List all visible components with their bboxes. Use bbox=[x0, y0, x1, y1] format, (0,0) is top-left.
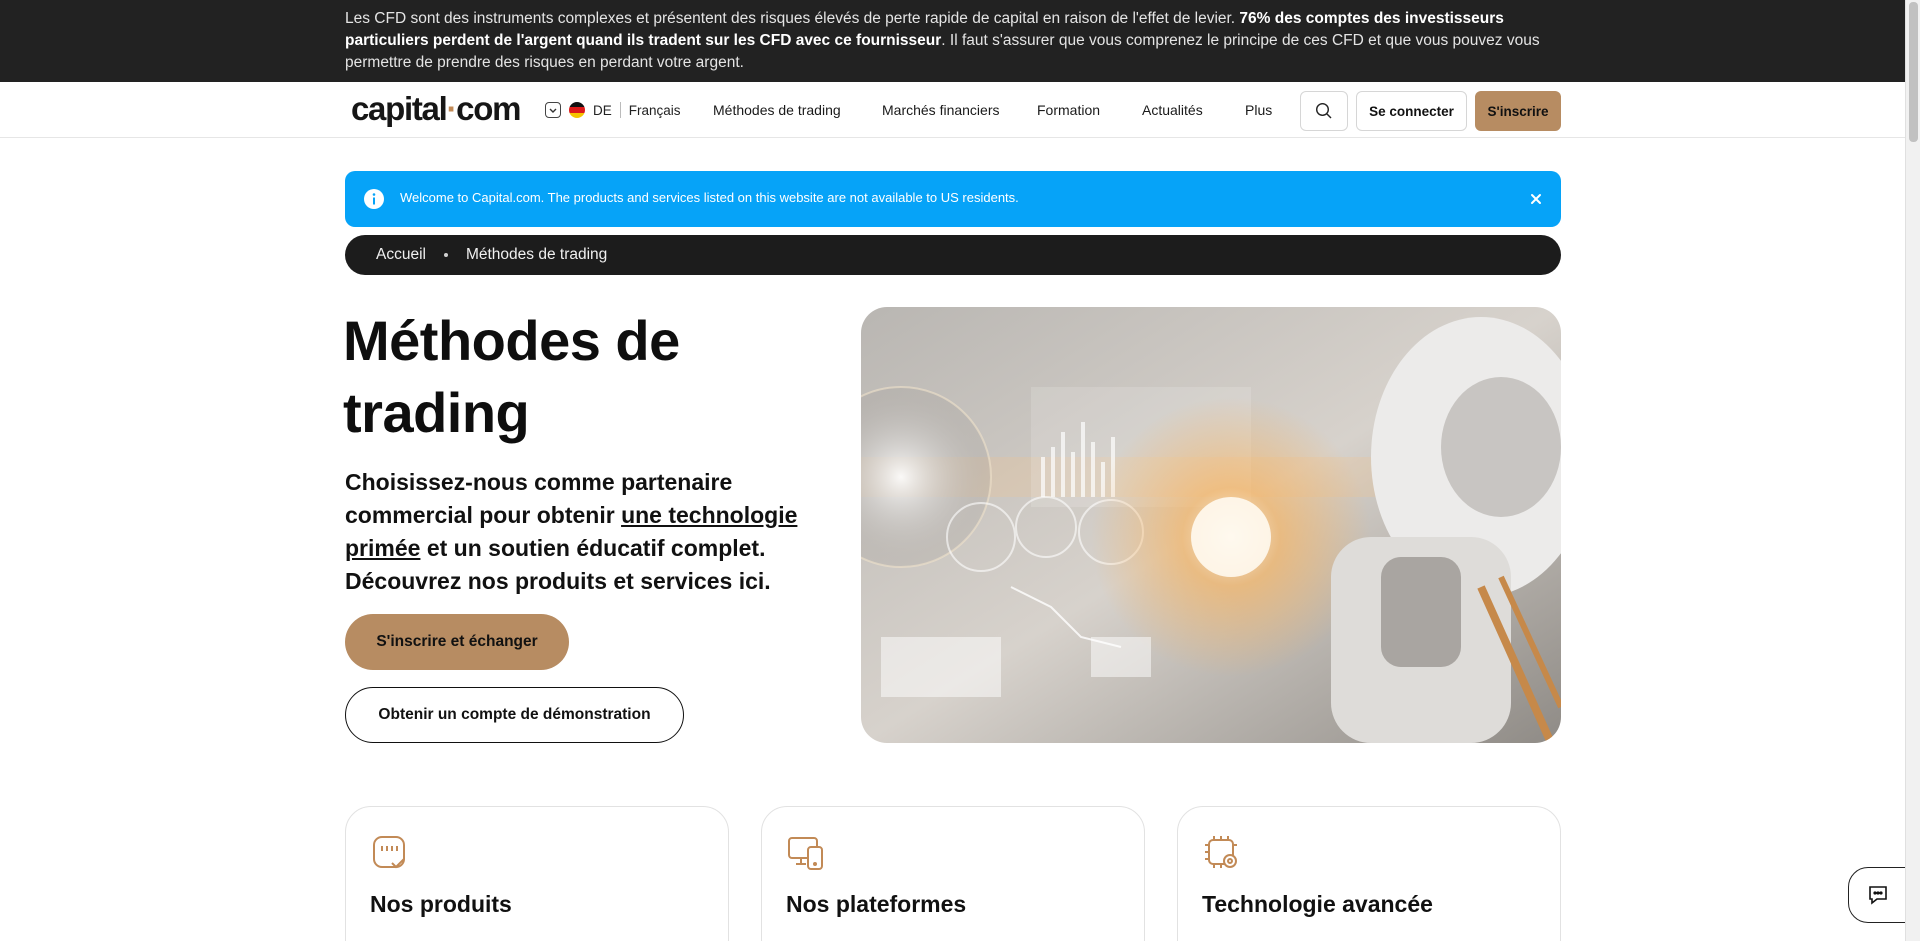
risk-text-part1: Les CFD sont des instruments complexes e… bbox=[345, 10, 1240, 27]
chevron-down-icon bbox=[545, 102, 561, 118]
nav-actualites[interactable]: Actualités bbox=[1142, 102, 1203, 118]
site-header: capital·com DE Français Méthodes de trad… bbox=[0, 82, 1905, 138]
nav-marches-financiers[interactable]: Marchés financiers bbox=[882, 102, 1000, 118]
breadcrumb-current: Méthodes de trading bbox=[465, 246, 608, 263]
platforms-icon bbox=[788, 837, 823, 870]
nav-methodes-de-trading[interactable]: Méthodes de trading bbox=[713, 102, 841, 118]
logo-text-part1: capital bbox=[351, 90, 448, 127]
page-title: Méthodes de trading bbox=[343, 309, 680, 444]
products-card-title: Nos produits bbox=[370, 891, 512, 917]
breadcrumb-home[interactable]: Accueil bbox=[376, 246, 426, 264]
platforms-card-title: Nos plateformes bbox=[786, 891, 967, 917]
breadcrumb: Accueil Méthodes de trading bbox=[345, 235, 1561, 275]
us-residents-alert: Welcome to Capital.com. The products and… bbox=[345, 171, 1561, 227]
chat-icon bbox=[1869, 886, 1887, 905]
technology-icon bbox=[1205, 836, 1237, 868]
technology-card-title: Technologie avancée bbox=[1202, 891, 1433, 917]
nav-formation[interactable]: Formation bbox=[1037, 102, 1100, 118]
germany-flag-icon bbox=[569, 102, 585, 118]
signup-and-trade-button[interactable]: S'inscrire et échanger bbox=[345, 614, 569, 670]
hero-subtitle: Choisissez-nous comme partenaire commerc… bbox=[345, 466, 825, 598]
platforms-card[interactable]: Nos plateformes bbox=[761, 806, 1145, 941]
breadcrumb-separator bbox=[443, 253, 448, 257]
language-label: Français bbox=[628, 102, 681, 118]
demo-account-button[interactable]: Obtenir un compte de démonstration bbox=[345, 687, 684, 743]
close-icon[interactable] bbox=[1525, 188, 1547, 210]
page-scrollbar[interactable] bbox=[1905, 0, 1920, 941]
search-icon bbox=[1315, 102, 1332, 119]
chat-widget-button[interactable] bbox=[1848, 867, 1908, 923]
language-divider bbox=[619, 102, 621, 118]
products-icon bbox=[373, 836, 405, 869]
logo-text-part2: com bbox=[456, 90, 521, 127]
risk-warning-banner: Les CFD sont des instruments complexes e… bbox=[0, 0, 1905, 82]
language-selector[interactable]: DE Français bbox=[545, 100, 681, 120]
login-button[interactable]: Se connecter bbox=[1356, 91, 1467, 131]
hero-robot-image bbox=[861, 307, 1561, 743]
scrollbar-thumb[interactable] bbox=[1909, 2, 1918, 142]
products-card[interactable]: Nos produits bbox=[345, 806, 729, 941]
info-icon bbox=[364, 189, 384, 209]
technology-card[interactable]: Technologie avancée bbox=[1177, 806, 1561, 941]
alert-message: Welcome to Capital.com. The products and… bbox=[400, 190, 1019, 205]
logo-dot: · bbox=[446, 90, 457, 127]
search-button[interactable] bbox=[1300, 91, 1348, 131]
country-code: DE bbox=[593, 102, 612, 118]
risk-warning-text: Les CFD sont des instruments complexes e… bbox=[345, 8, 1565, 74]
capital-logo[interactable]: capital·com bbox=[351, 90, 521, 128]
nav-plus[interactable]: Plus bbox=[1245, 102, 1272, 118]
signup-button[interactable]: S'inscrire bbox=[1475, 91, 1561, 131]
